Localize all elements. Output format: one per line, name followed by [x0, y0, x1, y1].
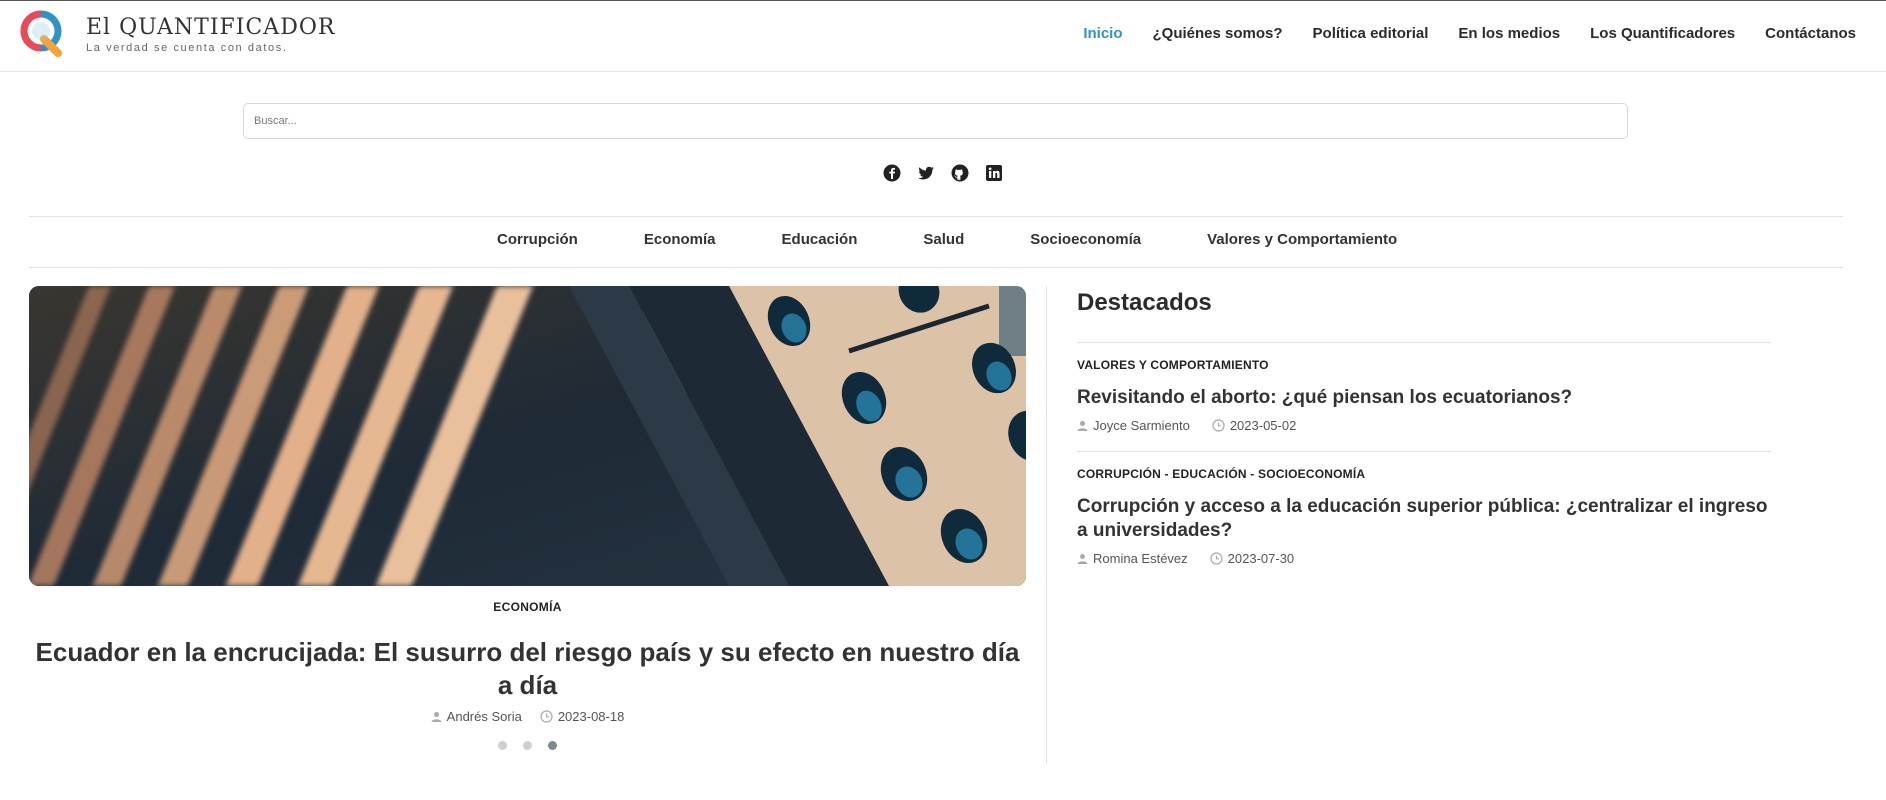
featured-article-title[interactable]: Corrupción y acceso a la educación super… [1077, 495, 1771, 543]
hero-title[interactable]: Ecuador en la encrucijada: El susurro de… [29, 636, 1026, 702]
main-nav: Inicio ¿Quiénes somos? Política editoria… [1083, 25, 1856, 42]
social-links [0, 163, 1886, 183]
carousel-dots [29, 741, 1026, 750]
category-bar: Corrupción Economía Educación Salud Soci… [29, 216, 1843, 268]
category-socioeconomia[interactable]: Socioeconomía [1030, 231, 1141, 248]
clock-icon [540, 710, 553, 723]
nav-item-en-los-medios[interactable]: En los medios [1458, 25, 1560, 42]
column-divider [1046, 286, 1047, 764]
facebook-icon[interactable] [882, 163, 902, 183]
user-icon [1077, 421, 1088, 431]
featured-heading: Destacados [1077, 286, 1771, 343]
logo-name: El Quantificador [86, 14, 336, 40]
featured-article-date: 2023-05-02 [1229, 418, 1297, 433]
linkedin-icon[interactable] [984, 163, 1004, 183]
nav-item-inicio[interactable]: Inicio [1083, 25, 1122, 42]
carousel-dot[interactable] [523, 741, 532, 750]
hero-date: 2023-08-18 [540, 709, 624, 724]
category-economia[interactable]: Economía [644, 231, 716, 248]
featured-article-meta: Joyce Sarmiento 2023-05-02 [1077, 418, 1771, 451]
hero-category[interactable]: ECONOMÍA [29, 600, 1026, 614]
nav-item-los-quantificadores[interactable]: Los Quantificadores [1590, 25, 1735, 42]
category-educacion[interactable]: Educación [782, 231, 858, 248]
logo-q-icon [18, 9, 68, 59]
clock-icon [1212, 419, 1225, 432]
featured-article-category[interactable]: CORRUPCIÓN - EDUCACIÓN - SOCIOECONOMÍA [1077, 467, 1771, 481]
featured-sidebar: Destacados VALORES Y COMPORTAMIENTO Revi… [1077, 286, 1771, 584]
featured-article: VALORES Y COMPORTAMIENTO Revisitando el … [1077, 343, 1771, 452]
user-icon [431, 712, 442, 722]
user-icon [1077, 554, 1088, 564]
featured-article-meta: Romina Estévez 2023-07-30 [1077, 551, 1771, 584]
featured-article-category[interactable]: VALORES Y COMPORTAMIENTO [1077, 358, 1771, 372]
featured-article: CORRUPCIÓN - EDUCACIÓN - SOCIOECONOMÍA C… [1077, 452, 1771, 584]
category-salud[interactable]: Salud [923, 231, 964, 248]
clock-icon [1210, 552, 1223, 565]
hero-meta: Andrés Soria 2023-08-18 [29, 709, 1026, 724]
carousel-dot[interactable] [498, 741, 507, 750]
search-input[interactable] [243, 103, 1628, 139]
github-icon[interactable] [950, 163, 970, 183]
category-valores-comportamiento[interactable]: Valores y Comportamiento [1207, 231, 1397, 248]
twitter-icon[interactable] [916, 163, 936, 183]
nav-item-contactanos[interactable]: Contáctanos [1765, 25, 1856, 42]
logo-tagline: La verdad se cuenta con datos. [86, 41, 288, 54]
search-container [243, 103, 1628, 139]
featured-article-title[interactable]: Revisitando el aborto: ¿qué piensan los … [1077, 386, 1771, 410]
featured-article-author: Romina Estévez [1093, 551, 1188, 566]
nav-item-politica-editorial[interactable]: Política editorial [1313, 25, 1429, 42]
carousel-dot[interactable] [548, 741, 557, 750]
featured-article-date: 2023-07-30 [1227, 551, 1295, 566]
site-logo[interactable]: El Quantificador La verdad se cuenta con… [18, 9, 335, 59]
featured-article-author: Joyce Sarmiento [1093, 418, 1190, 433]
hero-image[interactable] [29, 286, 1026, 586]
category-corrupcion[interactable]: Corrupción [497, 231, 578, 248]
hero-author: Andrés Soria [431, 709, 522, 724]
nav-item-quienes-somos[interactable]: ¿Quiénes somos? [1153, 25, 1283, 42]
site-header: El Quantificador La verdad se cuenta con… [0, 1, 1886, 72]
